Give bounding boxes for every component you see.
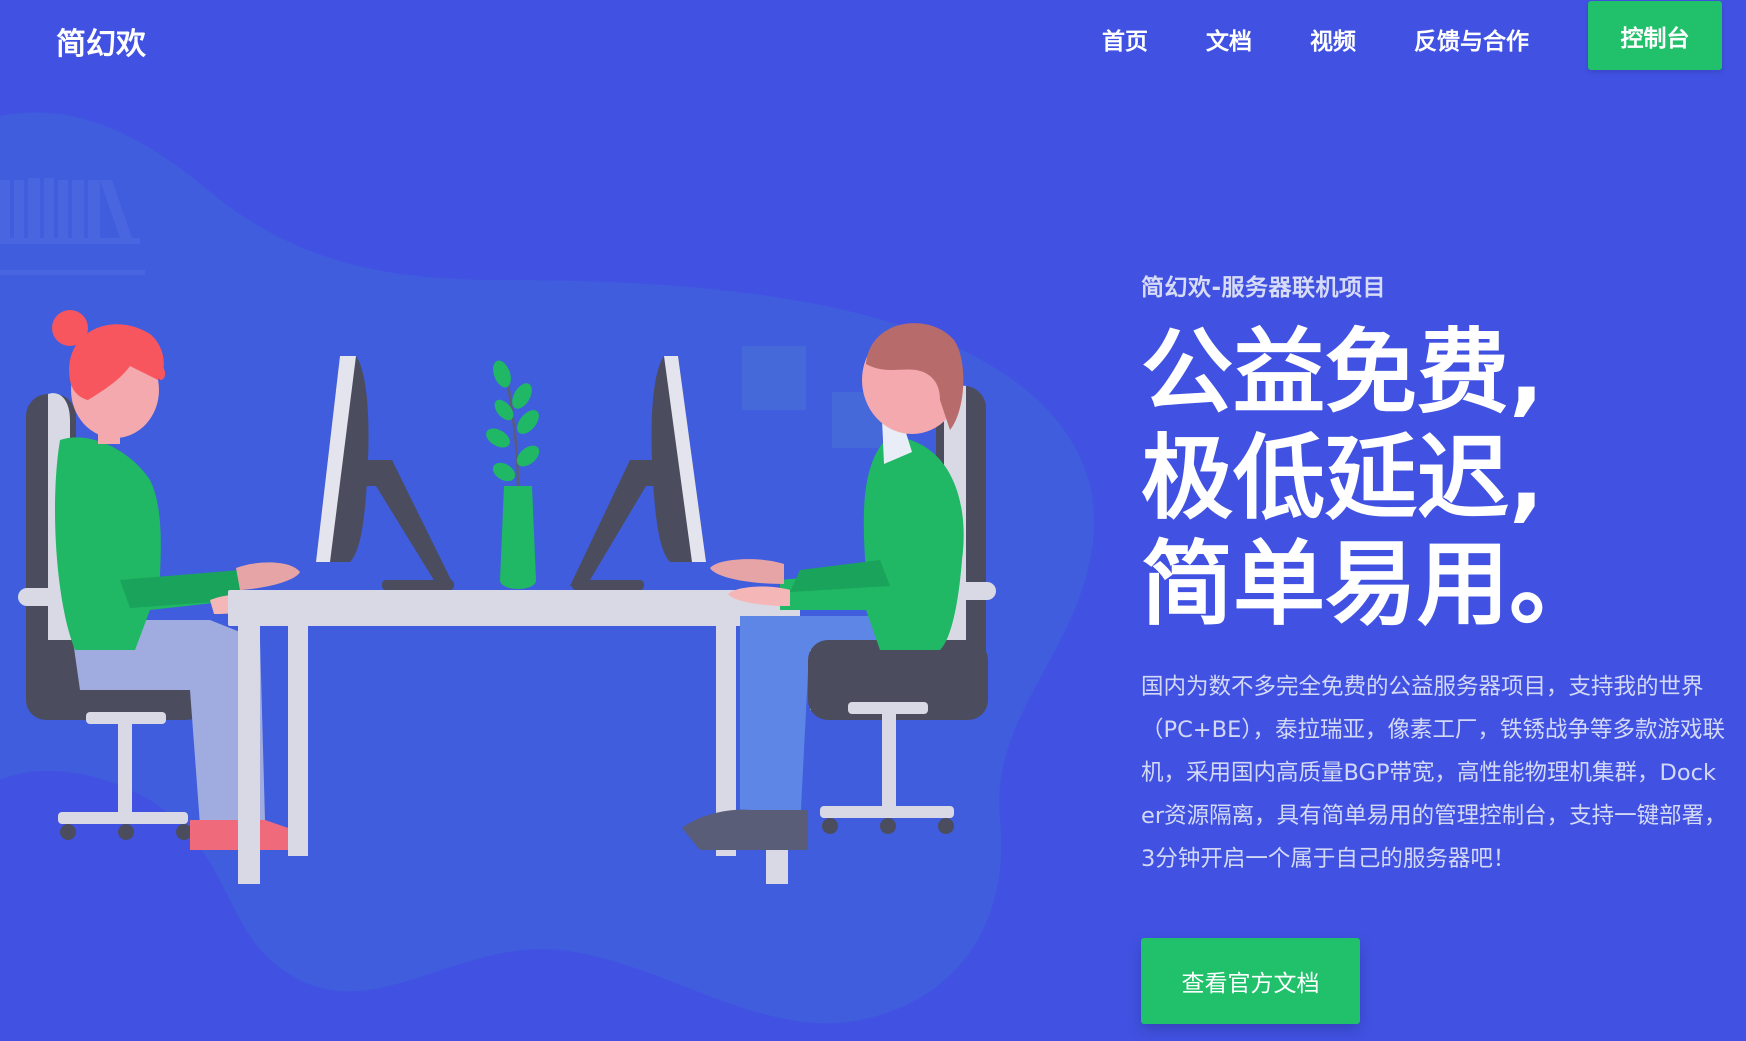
hero-illustration: [0, 112, 1095, 1024]
nav-item-feedback[interactable]: 反馈与合作: [1414, 22, 1529, 56]
brand-logo-text[interactable]: 简幻欢: [56, 19, 146, 63]
headline-line: 公益免费,: [1141, 319, 1544, 426]
nav-item-home[interactable]: 首页: [1102, 22, 1148, 56]
site-header: 简幻欢 首页 文档 视频 反馈与合作 控制台: [0, 0, 1746, 80]
nav-item-videos[interactable]: 视频: [1310, 22, 1356, 56]
headline-line: 简单易用。: [1141, 531, 1602, 638]
headline-line: 极低延迟,: [1141, 425, 1544, 532]
wall-frame: [742, 346, 806, 410]
view-docs-button[interactable]: 查看官方文档: [1141, 938, 1360, 1024]
main-nav: 首页 文档 视频 反馈与合作: [1102, 0, 1559, 78]
landing-page: 简幻欢 首页 文档 视频 反馈与合作 控制台 简幻欢-服务器联机项目 公益免费,…: [0, 0, 1746, 1041]
hero-description: 国内为数不多完全免费的公益服务器项目，支持我的世界（PC+BE），泰拉瑞亚，像素…: [1141, 674, 1727, 872]
hero-headline: 公益免费, 极低延迟, 简单易用。: [1141, 320, 1727, 638]
hero-section: 简幻欢-服务器联机项目 公益免费, 极低延迟, 简单易用。 国内为数不多完全免费…: [1141, 268, 1727, 881]
hero-eyebrow: 简幻欢-服务器联机项目: [1141, 275, 1387, 301]
nav-item-docs[interactable]: 文档: [1206, 22, 1252, 56]
console-button[interactable]: 控制台: [1588, 1, 1722, 70]
